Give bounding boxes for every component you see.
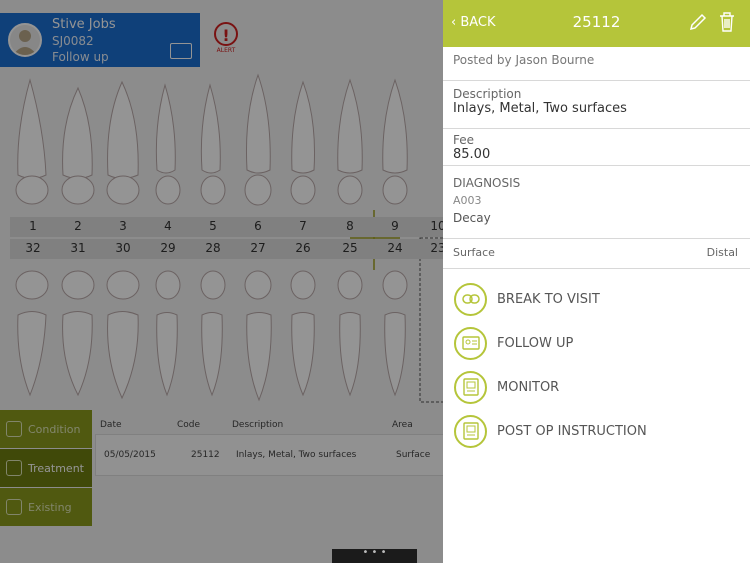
link-icon (454, 282, 487, 316)
modal-overlay[interactable] (0, 0, 443, 563)
action-label: POST OP INSTRUCTION (497, 423, 647, 439)
bottom-handle[interactable]: • • • (332, 548, 417, 563)
diagnosis-code: A003 (453, 194, 482, 207)
post-op-instruction-button[interactable]: POST OP INSTRUCTION (443, 409, 750, 453)
surface-section: Surface Distal (443, 239, 750, 269)
diagnosis-section: DIAGNOSIS A003 Decay (443, 166, 750, 239)
description-value: Inlays, Metal, Two surfaces (453, 101, 627, 116)
description-label: Description (453, 87, 522, 101)
edit-icon[interactable] (688, 12, 708, 32)
fee-value: 85.00 (453, 147, 491, 162)
description-section: Description Inlays, Metal, Two surfaces (443, 81, 750, 129)
surface-label: Surface (453, 246, 495, 259)
tooth-chart-area: Stive Jobs SJ0082 Follow up ! ALERT 1 2 … (0, 0, 443, 563)
trash-icon[interactable] (718, 11, 736, 33)
action-label: BREAK TO VISIT (497, 291, 600, 307)
follow-up-button[interactable]: FOLLOW UP (443, 321, 750, 365)
surface-value: Distal (706, 246, 738, 259)
procedure-detail-panel: ‹ BACK 25112 Posted by Jason Bourne Desc… (443, 0, 750, 563)
fee-section: Fee 85.00 (443, 129, 750, 166)
action-label: MONITOR (497, 379, 560, 395)
diagnosis-label: DIAGNOSIS (453, 176, 521, 190)
monitor-button[interactable]: MONITOR (443, 365, 750, 409)
fee-label: Fee (453, 133, 475, 147)
monitor-icon (454, 370, 487, 404)
break-to-visit-button[interactable]: BREAK TO VISIT (443, 277, 750, 321)
document-icon (454, 414, 487, 448)
action-list: BREAK TO VISIT FOLLOW UP MONITOR POST OP… (443, 269, 750, 453)
panel-header: ‹ BACK 25112 (443, 0, 750, 47)
action-label: FOLLOW UP (497, 335, 574, 351)
diagnosis-value: Decay (453, 211, 491, 225)
posted-by: Posted by Jason Bourne (443, 47, 750, 81)
id-card-icon (454, 326, 487, 360)
